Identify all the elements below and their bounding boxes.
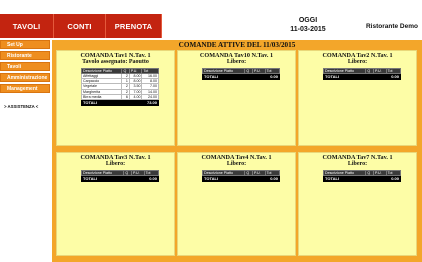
total-label: TOTALI <box>202 175 266 182</box>
order-table: Descrizione Piatto Q P.U. Tot TOTALI 0.0… <box>80 170 160 182</box>
total-label: TOTALI <box>323 175 387 182</box>
assistance-link[interactable]: > ASSISTENZA < <box>4 104 38 109</box>
order-panel[interactable]: COMANDA Tav3 N.Tav. 1 Libero: Descrizione… <box>56 152 175 256</box>
total-value: 0.00 <box>143 175 160 182</box>
order-panel-status: Libero: <box>226 161 247 167</box>
restaurant-name: Ristorante Demo <box>365 22 418 30</box>
page-title: COMANDE ATTIVE DEL 11/03/2015 <box>178 41 296 49</box>
sidebar-item-amministrazione[interactable]: Amministrazione <box>0 73 50 82</box>
sidebar: Set Up Ristorante Tavoli Amministrazione… <box>0 40 52 95</box>
order-panel[interactable]: COMANDA Tav4 N.Tav. 1 Libero: Descrizione… <box>177 152 296 256</box>
total-value: 0.00 <box>264 175 281 182</box>
date-display: OGGI 11-03-2015 <box>258 14 358 38</box>
total-label: TOTALI <box>323 73 387 80</box>
order-table: Descrizione Piatto Q P.U. Tot TOTALI 0.0… <box>322 170 402 182</box>
app-root: { "nav": { "tavoli": "TAVOLI", "conti": … <box>0 0 422 262</box>
total-value: 0.00 <box>385 175 402 182</box>
total-row: TOTALI 0.00 <box>202 73 281 80</box>
order-panel-status: Libero: <box>347 161 368 167</box>
total-row: TOTALI 0.00 <box>323 73 402 80</box>
order-panel-title: COMANDA Tav4 N.Tav. 1 <box>201 154 272 161</box>
order-panel-title: COMANDA Tav3 N.Tav. 1 <box>80 154 151 161</box>
total-label: TOTALI <box>202 73 266 80</box>
total-row: TOTALI 0.00 <box>323 175 402 182</box>
order-panel[interactable]: COMANDA Tav1 N.Tav. 1 Tavolo assegnato: P… <box>56 50 175 146</box>
total-label: TOTALI <box>80 98 143 106</box>
total-row: TOTALI 0.00 <box>81 175 160 182</box>
order-panel[interactable]: COMANDA Tav2 N.Tav. 1 Libero: Descrizione… <box>298 50 417 146</box>
total-row: TOTALI 73.00 <box>80 98 159 106</box>
sidebar-item-tavoli[interactable]: Tavoli <box>0 62 50 71</box>
order-panel-title: COMANDA Tav2 N.Tav. 1 <box>322 52 393 59</box>
order-table: Descrizione Piatto Q P.U. Tot Affettaggi… <box>80 68 159 106</box>
order-table: Descrizione Piatto Q P.U. Tot TOTALI 0.0… <box>322 68 402 80</box>
sidebar-item-ristorante[interactable]: Ristorante <box>0 51 50 60</box>
today-label: OGGI <box>298 17 318 24</box>
order-panel[interactable]: COMANDA Tav7 N.Tav. 1 Libero: Descrizione… <box>298 152 417 256</box>
order-panel-status: Tavolo assegnato: Paoutto <box>82 59 149 65</box>
order-panel-title: COMANDA Tav1 N.Tav. 1 <box>80 52 151 59</box>
order-panel[interactable]: COMANDA Tav10 N.Tav. 1 Libero: Descrizion… <box>177 50 296 146</box>
nav-conti-button[interactable]: CONTI <box>54 14 106 38</box>
nav-prenota-button[interactable]: PRENOTA <box>106 14 162 38</box>
total-value: 73.00 <box>141 98 159 106</box>
total-value: 0.00 <box>385 73 402 80</box>
nav-tavoli-button[interactable]: TAVOLI <box>0 14 54 38</box>
today-date: 11-03-2015 <box>290 26 326 33</box>
total-row: TOTALI 0.00 <box>202 175 281 182</box>
order-panel-title: COMANDA Tav10 N.Tav. 1 <box>199 52 274 59</box>
total-value: 0.00 <box>264 73 281 80</box>
total-label: TOTALI <box>81 175 145 182</box>
main-panel: COMANDE ATTIVE DEL 11/03/2015 COMANDA Ta… <box>52 40 422 262</box>
order-table: Descrizione Piatto Q P.U. Tot TOTALI 0.0… <box>201 170 281 182</box>
sidebar-item-setup[interactable]: Set Up <box>0 40 50 49</box>
order-panel-status: Libero: <box>226 59 247 65</box>
order-panel-status: Libero: <box>347 59 368 65</box>
top-bar: TAVOLI CONTI PRENOTA OGGI 11-03-2015 Ris… <box>0 14 422 38</box>
order-table: Descrizione Piatto Q P.U. Tot TOTALI 0.0… <box>201 68 281 80</box>
order-panel-status: Libero: <box>105 161 126 167</box>
sidebar-item-management[interactable]: Management <box>0 84 50 93</box>
order-panel-title: COMANDA Tav7 N.Tav. 1 <box>322 154 393 161</box>
